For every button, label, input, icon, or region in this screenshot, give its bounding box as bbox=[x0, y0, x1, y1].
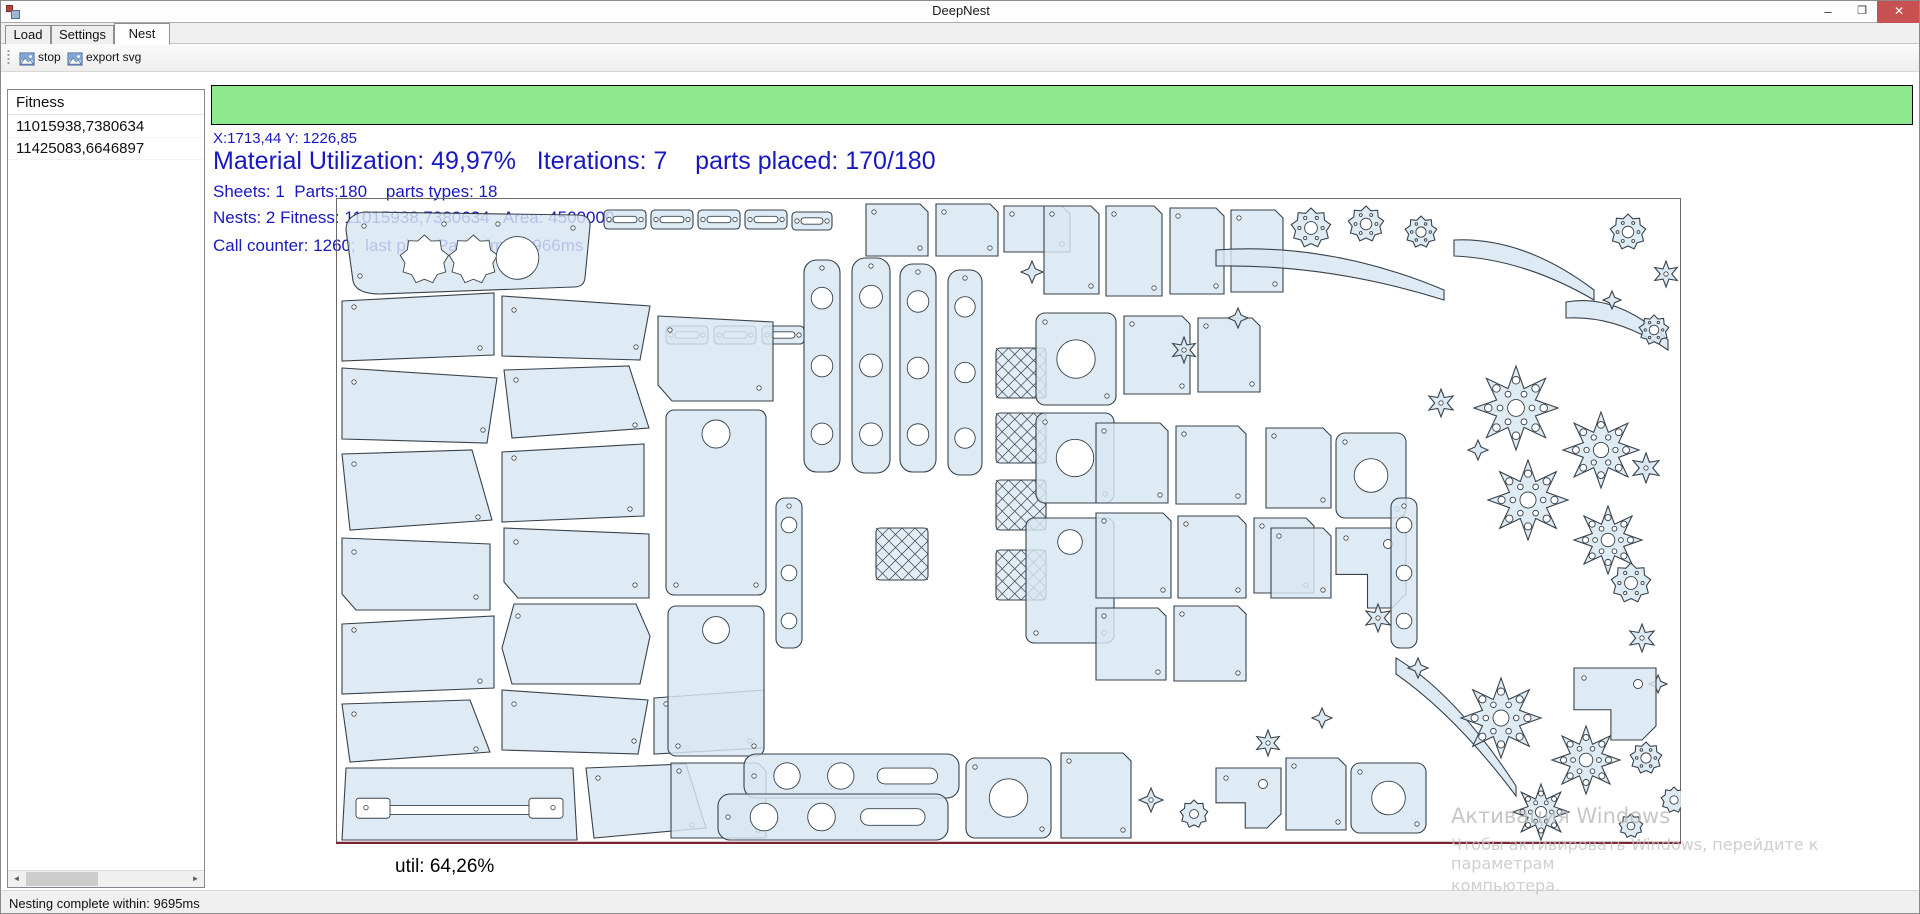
horizontal-scrollbar[interactable]: ◄ ► bbox=[8, 870, 204, 887]
image-icon bbox=[19, 51, 35, 67]
status-bar: Nesting complete within: 9695ms bbox=[1, 890, 1920, 914]
tab-strip: Load Settings Nest bbox=[1, 23, 1920, 44]
fitness-list-item[interactable]: 11015938,7380634 bbox=[8, 116, 204, 138]
toolbar: stop export svg bbox=[1, 44, 1920, 72]
nest-result-canvas[interactable] bbox=[336, 198, 1681, 844]
tab-nest[interactable]: Nest bbox=[114, 23, 170, 45]
title-bar: DeepNest – ❐ ✕ bbox=[1, 1, 1920, 23]
close-button[interactable]: ✕ bbox=[1877, 1, 1920, 23]
status-message: Nesting complete within: 9695ms bbox=[9, 896, 200, 911]
fitness-column-header[interactable]: Fitness bbox=[8, 90, 204, 115]
fitness-panel: Fitness 11015938,7380634 11425083,664689… bbox=[7, 89, 205, 888]
export-svg-button[interactable]: export svg bbox=[63, 47, 146, 69]
tab-load[interactable]: Load bbox=[5, 25, 51, 44]
scrollbar-thumb[interactable] bbox=[26, 872, 98, 886]
material-utilization-headline: Material Utilization: 49,97% Iterations:… bbox=[213, 147, 936, 176]
image-icon bbox=[67, 51, 83, 67]
deepnest-window: DeepNest – ❐ ✕ Load Settings Nest stop bbox=[0, 0, 1920, 914]
export-svg-button-label: export svg bbox=[86, 50, 141, 64]
sheet-utilization-label: util: 64,26% bbox=[395, 856, 494, 878]
window-title: DeepNest bbox=[1, 3, 1920, 18]
restore-button[interactable]: ❐ bbox=[1845, 1, 1879, 23]
stop-button-label: stop bbox=[38, 50, 61, 64]
fitness-list-item[interactable]: 11425083,6646897 bbox=[8, 138, 204, 160]
scroll-right-arrow-icon[interactable]: ► bbox=[187, 871, 204, 887]
nesting-progress-bar bbox=[211, 85, 1913, 125]
toolbar-grip[interactable] bbox=[7, 49, 10, 66]
stop-button[interactable]: stop bbox=[15, 47, 66, 69]
minimize-button[interactable]: – bbox=[1811, 1, 1845, 23]
tab-settings[interactable]: Settings bbox=[51, 25, 114, 44]
scroll-left-arrow-icon[interactable]: ◄ bbox=[8, 871, 25, 887]
cursor-coordinates: X:1713,44 Y: 1226,85 bbox=[213, 130, 357, 147]
